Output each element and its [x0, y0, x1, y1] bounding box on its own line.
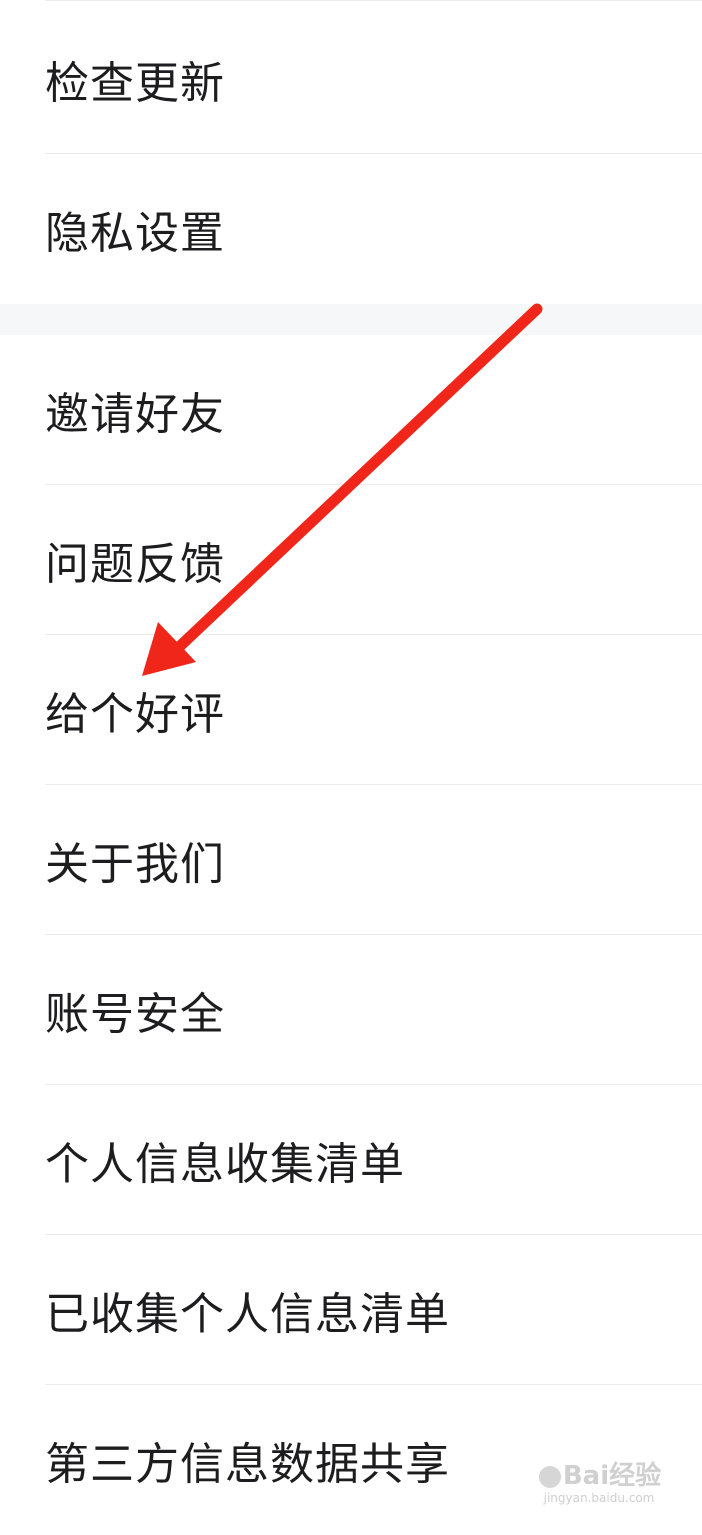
- invite-friends-item[interactable]: 邀请好友: [0, 335, 702, 485]
- check-update-label: 检查更新: [45, 58, 225, 109]
- check-update-item[interactable]: 检查更新: [0, 4, 702, 154]
- rate-app-item[interactable]: 给个好评: [0, 635, 702, 785]
- rate-app-label: 给个好评: [45, 689, 225, 740]
- settings-group-2: 邀请好友 问题反馈 给个好评 关于我们 账号安全 个人信息收集清单 已收集个人信…: [0, 335, 702, 1535]
- top-divider: [45, 0, 702, 1]
- collected-personal-info-list-label: 已收集个人信息清单: [45, 1289, 450, 1340]
- settings-group-1: 检查更新 隐私设置: [0, 4, 702, 304]
- collected-personal-info-list-item[interactable]: 已收集个人信息清单: [0, 1235, 702, 1385]
- account-security-label: 账号安全: [45, 989, 225, 1040]
- feedback-label: 问题反馈: [45, 539, 225, 590]
- privacy-settings-item[interactable]: 隐私设置: [0, 154, 702, 304]
- feedback-item[interactable]: 问题反馈: [0, 485, 702, 635]
- account-security-item[interactable]: 账号安全: [0, 935, 702, 1085]
- section-separator: [0, 304, 702, 335]
- personal-info-collection-list-item[interactable]: 个人信息收集清单: [0, 1085, 702, 1235]
- third-party-data-sharing-label: 第三方信息数据共享: [45, 1439, 450, 1490]
- personal-info-collection-list-label: 个人信息收集清单: [45, 1139, 405, 1190]
- about-us-label: 关于我们: [45, 839, 225, 890]
- third-party-data-sharing-item[interactable]: 第三方信息数据共享: [0, 1385, 702, 1535]
- about-us-item[interactable]: 关于我们: [0, 785, 702, 935]
- privacy-settings-label: 隐私设置: [45, 208, 225, 259]
- invite-friends-label: 邀请好友: [45, 389, 225, 440]
